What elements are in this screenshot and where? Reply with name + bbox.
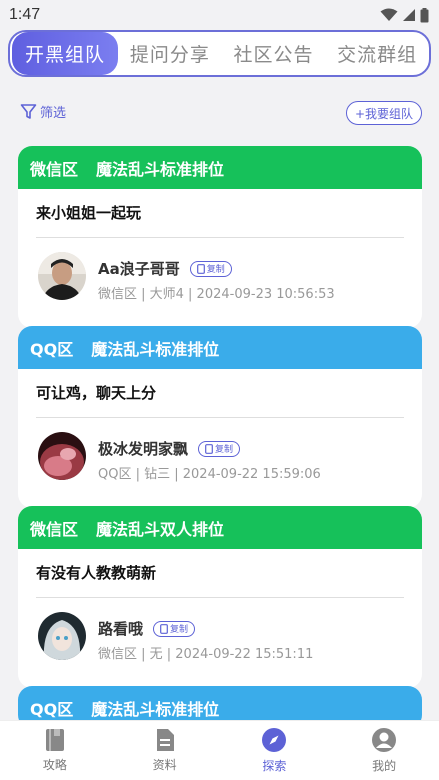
username-text: 路看哦	[98, 620, 144, 638]
card-header: QQ区 魔法乱斗标准排位	[18, 326, 422, 369]
create-team-button[interactable]: +我要组队	[345, 101, 422, 125]
copy-label: 复制	[206, 265, 225, 275]
tab-announcements[interactable]: 社区公告	[222, 32, 326, 75]
nav-label: 探索	[262, 759, 287, 773]
nav-item-data[interactable]: 资料	[110, 721, 220, 780]
nav-label: 攻略	[42, 758, 67, 772]
user-row: 极冰发明家飘 复制 QQ区 | 钻三 | 2024-09-22 15:59:06	[36, 418, 404, 508]
nav-label: 资料	[152, 758, 177, 772]
username-text: 极冰发明家飘	[98, 440, 189, 458]
document-icon	[156, 729, 174, 751]
book-icon	[45, 729, 64, 751]
card-mode: 魔法乱斗标准排位	[91, 699, 220, 719]
card-mode: 魔法乱斗标准排位	[96, 159, 225, 179]
card-region: QQ区	[30, 339, 74, 359]
user-icon	[372, 728, 397, 752]
nav-label: 我的	[372, 759, 397, 773]
tab-team-up[interactable]: 开黑组队	[12, 32, 118, 75]
battery-icon	[420, 7, 429, 22]
tab-questions[interactable]: 提问分享	[118, 32, 222, 75]
post-card[interactable]: 微信区 魔法乱斗标准排位 来小姐姐一起玩 Aa浪子哥哥 复制 微信区 | 大师4…	[18, 146, 422, 328]
filter-button[interactable]: 筛选	[20, 102, 66, 121]
username-text: Aa浪子哥哥	[98, 260, 180, 278]
username: 路看哦 复制	[98, 618, 196, 639]
tab-groups[interactable]: 交流群组	[325, 32, 429, 75]
card-message: 可让鸡，聊天上分	[36, 383, 157, 402]
filter-icon	[20, 104, 37, 119]
card-message: 来小姐姐一起玩	[36, 203, 142, 222]
username: 极冰发明家飘 复制	[98, 438, 241, 459]
post-card[interactable]: QQ区 魔法乱斗标准排位 可让鸡，聊天上分 极冰发明家飘 复制 QQ区 | 钻三…	[18, 326, 422, 508]
compass-icon	[262, 728, 287, 752]
post-card[interactable]: 微信区 魔法乱斗双人排位 有没有人教教萌新 路看哦 复制 微信区 | 无 | 2…	[18, 506, 422, 688]
card-mode: 魔法乱斗标准排位	[91, 339, 220, 359]
card-message: 有没有人教教萌新	[36, 563, 157, 582]
copy-label: 复制	[170, 625, 189, 635]
card-mode: 魔法乱斗双人排位	[96, 519, 225, 539]
post-meta: QQ区 | 钻三 | 2024-09-22 15:59:06	[98, 467, 321, 482]
status-icons	[380, 7, 429, 23]
card-header: 微信区 魔法乱斗双人排位	[18, 506, 422, 549]
nav-item-explore[interactable]: 探索	[220, 721, 330, 780]
avatar[interactable]	[38, 432, 86, 480]
card-header: 微信区 魔法乱斗标准排位	[18, 146, 422, 189]
bottom-nav: 攻略 资料 探索 我的	[0, 720, 439, 780]
toolbar: 筛选 +我要组队	[0, 98, 439, 128]
copy-button[interactable]: 复制	[189, 260, 232, 277]
status-time: 1:47	[9, 6, 41, 23]
card-region: 微信区	[30, 159, 79, 179]
avatar[interactable]	[38, 612, 86, 660]
signal-icon	[403, 9, 415, 21]
status-bar: 1:47	[0, 0, 439, 30]
user-row: Aa浪子哥哥 复制 微信区 | 大师4 | 2024-09-23 10:56:5…	[36, 238, 404, 328]
nav-item-profile[interactable]: 我的	[329, 721, 439, 780]
copy-button[interactable]: 复制	[153, 620, 196, 637]
copy-icon	[160, 623, 168, 634]
post-meta: 微信区 | 无 | 2024-09-22 15:51:11	[98, 647, 314, 662]
copy-icon	[196, 263, 205, 274]
wifi-icon	[380, 8, 398, 21]
category-tabs: 开黑组队 提问分享 社区公告 交流群组	[8, 30, 431, 77]
avatar[interactable]	[38, 252, 86, 300]
card-region: QQ区	[30, 699, 74, 719]
username: Aa浪子哥哥 复制	[98, 258, 232, 279]
user-row: 路看哦 复制 微信区 | 无 | 2024-09-22 15:51:11	[36, 598, 404, 688]
filter-label: 筛选	[40, 106, 67, 121]
copy-icon	[205, 443, 213, 454]
copy-button[interactable]: 复制	[198, 440, 241, 457]
copy-label: 复制	[215, 445, 234, 455]
nav-item-guides[interactable]: 攻略	[0, 721, 110, 780]
post-meta: 微信区 | 大师4 | 2024-09-23 10:56:53	[98, 287, 335, 302]
card-region: 微信区	[30, 519, 79, 539]
